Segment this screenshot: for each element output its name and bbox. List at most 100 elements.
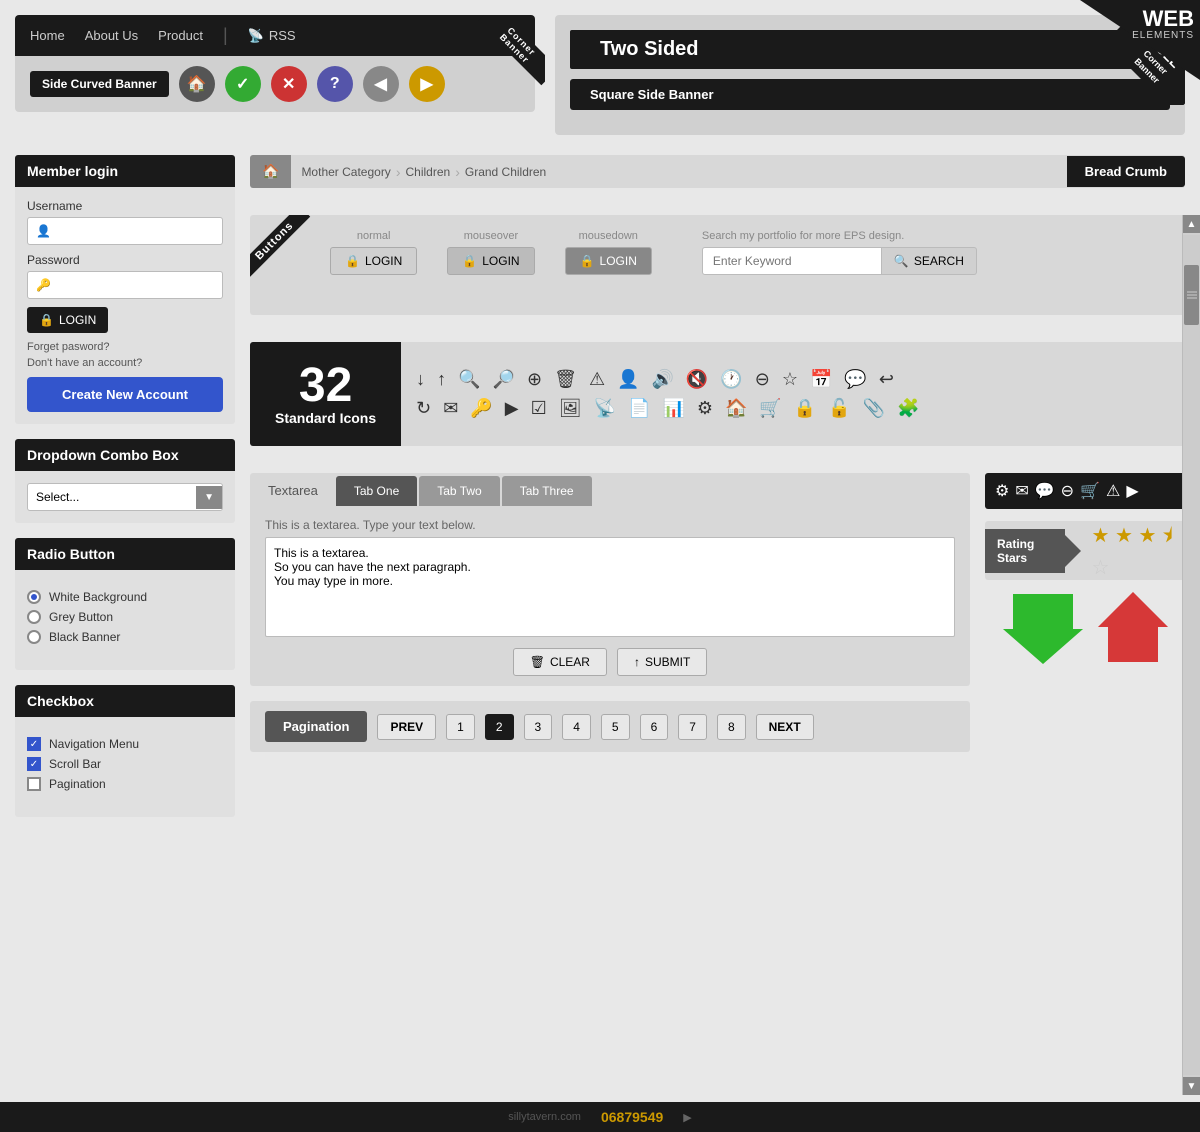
nav-product[interactable]: Product [158,28,203,43]
forget-password-link[interactable]: Forget pasword? [27,341,223,353]
breadcrumb-bar: 🏠 Mother Category › Children › Grand Chi… [250,155,1185,188]
breadcrumb-item-0: Mother Category [301,165,390,179]
icons-grid: ↓ ↑ 🔍 🔎 ⊕ 🗑 ⚠ 👤 🔊 🔇 🕐 ⊖ ☆ 📅 💬 ↩ [401,359,1185,429]
buttons-ribbon-text: Buttons [250,215,310,277]
page-3[interactable]: 3 [524,714,553,740]
page-7[interactable]: 7 [678,714,707,740]
two-sided-title: Two Sided [570,30,1170,69]
radio-circle-grey [27,610,41,624]
question-icon-btn[interactable]: ? [317,66,353,102]
clear-button[interactable]: 🗑 CLEAR [513,648,607,676]
trash-icon-small: 🗑 [530,655,545,669]
icon-play: ▶ [505,398,519,419]
dropdown-header: Dropdown Combo Box [15,439,235,471]
btn-mousedown-label: mousedown [579,230,638,242]
pagination-prev[interactable]: PREV [377,714,436,740]
tab-two[interactable]: Tab Two [419,476,499,506]
create-account-button[interactable]: Create New Account [27,377,223,412]
icons-section: 32 Standard Icons ↓ ↑ 🔍 🔎 ⊕ 🗑 ⚠ 👤 🔊 🔇 🕐 … [250,342,1185,446]
check-icon-btn[interactable]: ✓ [225,66,261,102]
search-button[interactable]: 🔍 SEARCH [882,247,977,275]
login-btn-mouseover[interactable]: 🔒 LOGIN [447,247,534,275]
lock-icon-small: 🔒 [39,313,54,327]
textarea-actions: 🗑 CLEAR ↑ SUBMIT [265,648,955,676]
toolbar-gear-icon[interactable]: ⚙ [995,481,1009,501]
square-side-banner: Square Side Banner [570,79,1170,110]
toolbar-cart-icon[interactable]: 🛒 [1080,481,1100,501]
checkbox-scroll: ✓ [27,757,41,771]
icon-user: 👤 [617,369,639,390]
login-button[interactable]: 🔒 LOGIN [27,307,108,333]
page-5[interactable]: 5 [601,714,630,740]
page-6[interactable]: 6 [640,714,669,740]
dropdown-select[interactable]: Select... [28,484,196,510]
radio-item-white[interactable]: White Background [27,590,223,604]
scroll-up-button[interactable]: ▲ [1183,215,1200,233]
icon-key: 🔑 [470,398,492,419]
star-half[interactable]: ⯨ [1162,525,1173,547]
left-icon-btn[interactable]: ◀ [363,66,399,102]
icon-lock: 🔒 [794,398,816,419]
toolbar-play-icon[interactable]: ▶ [1126,481,1138,501]
corner-banner-nav: CornerBanner [465,15,545,95]
password-input-wrapper[interactable]: 🔑 [27,271,223,299]
username-input[interactable] [56,224,214,238]
page-4[interactable]: 4 [562,714,591,740]
search-row: 🔍 SEARCH [702,247,977,275]
green-arrow-svg [1003,594,1083,664]
search-input[interactable] [702,247,882,275]
password-input[interactable] [56,278,214,292]
checkbox-nav: ✓ [27,737,41,751]
toolbar-email-icon[interactable]: ✉ [1015,481,1028,501]
login-btn-normal[interactable]: 🔒 LOGIN [330,247,417,275]
submit-button[interactable]: ↑ SUBMIT [617,648,707,676]
search-section: Search my portfolio for more EPS design.… [702,230,977,275]
select-wrapper[interactable]: Select... ▼ [27,483,223,511]
icon-settings: ⚙ [697,398,713,419]
tab-one[interactable]: Tab One [336,476,417,506]
btn-mousedown-group: mousedown 🔒 LOGIN [565,230,652,275]
toolbar-warning-icon[interactable]: ⚠ [1106,481,1120,501]
login-btn-mousedown[interactable]: 🔒 LOGIN [565,247,652,275]
scroll-thumb[interactable] [1184,265,1199,325]
star-empty-1[interactable]: ☆ [1091,557,1109,579]
icon-unlock: 🔓 [828,398,850,419]
close-icon-btn[interactable]: ✕ [271,66,307,102]
radio-item-grey[interactable]: Grey Button [27,610,223,624]
home-icon-btn[interactable]: 🏠 [179,66,215,102]
breadcrumb-label: Bread Crumb [1067,156,1185,187]
nav-home[interactable]: Home [30,28,65,43]
btn-normal-group: normal 🔒 LOGIN [330,230,417,275]
page-1[interactable]: 1 [446,714,475,740]
tab-three[interactable]: Tab Three [502,476,592,506]
pagination-next[interactable]: NEXT [756,714,814,740]
page-8[interactable]: 8 [717,714,746,740]
page-2[interactable]: 2 [485,714,514,740]
radio-label-black: Black Banner [49,630,120,644]
textarea-field[interactable]: This is a textarea. So you can have the … [265,537,955,637]
toolbar-speech-icon[interactable]: 💬 [1035,481,1055,501]
scroll-down-button[interactable]: ▼ [1183,1077,1200,1095]
nav-about[interactable]: About Us [85,28,138,43]
icon-refresh: ↻ [416,398,431,419]
checkbox-item-scroll[interactable]: ✓ Scroll Bar [27,757,223,771]
toolbar-minus-icon[interactable]: ⊖ [1061,481,1074,501]
username-input-wrapper[interactable]: 👤 [27,217,223,245]
scroll-lines [1187,292,1197,299]
icon-speaker: 🔊 [652,369,674,390]
radio-item-black[interactable]: Black Banner [27,630,223,644]
star-3[interactable]: ★ [1138,525,1156,547]
lock-icon: 🔑 [36,278,51,292]
corner-banner-text: CornerBanner [478,15,545,85]
section1-area: Home About Us Product | 📡 RSS CornerBann… [0,0,1200,145]
nav-rss[interactable]: 📡 RSS [248,28,296,44]
checkbox-item-pagination[interactable]: Pagination [27,777,223,791]
rss-icon: 📡 [248,28,264,44]
breadcrumb-home-icon[interactable]: 🏠 [250,155,291,188]
icons-row-1: ↓ ↑ 🔍 🔎 ⊕ 🗑 ⚠ 👤 🔊 🔇 🕐 ⊖ ☆ 📅 💬 ↩ [416,369,1170,390]
checkbox-item-nav[interactable]: ✓ Navigation Menu [27,737,223,751]
right-icon-btn[interactable]: ▶ [409,66,445,102]
scroll-track[interactable] [1183,235,1200,1075]
star-2[interactable]: ★ [1115,525,1133,547]
star-1[interactable]: ★ [1091,525,1109,547]
